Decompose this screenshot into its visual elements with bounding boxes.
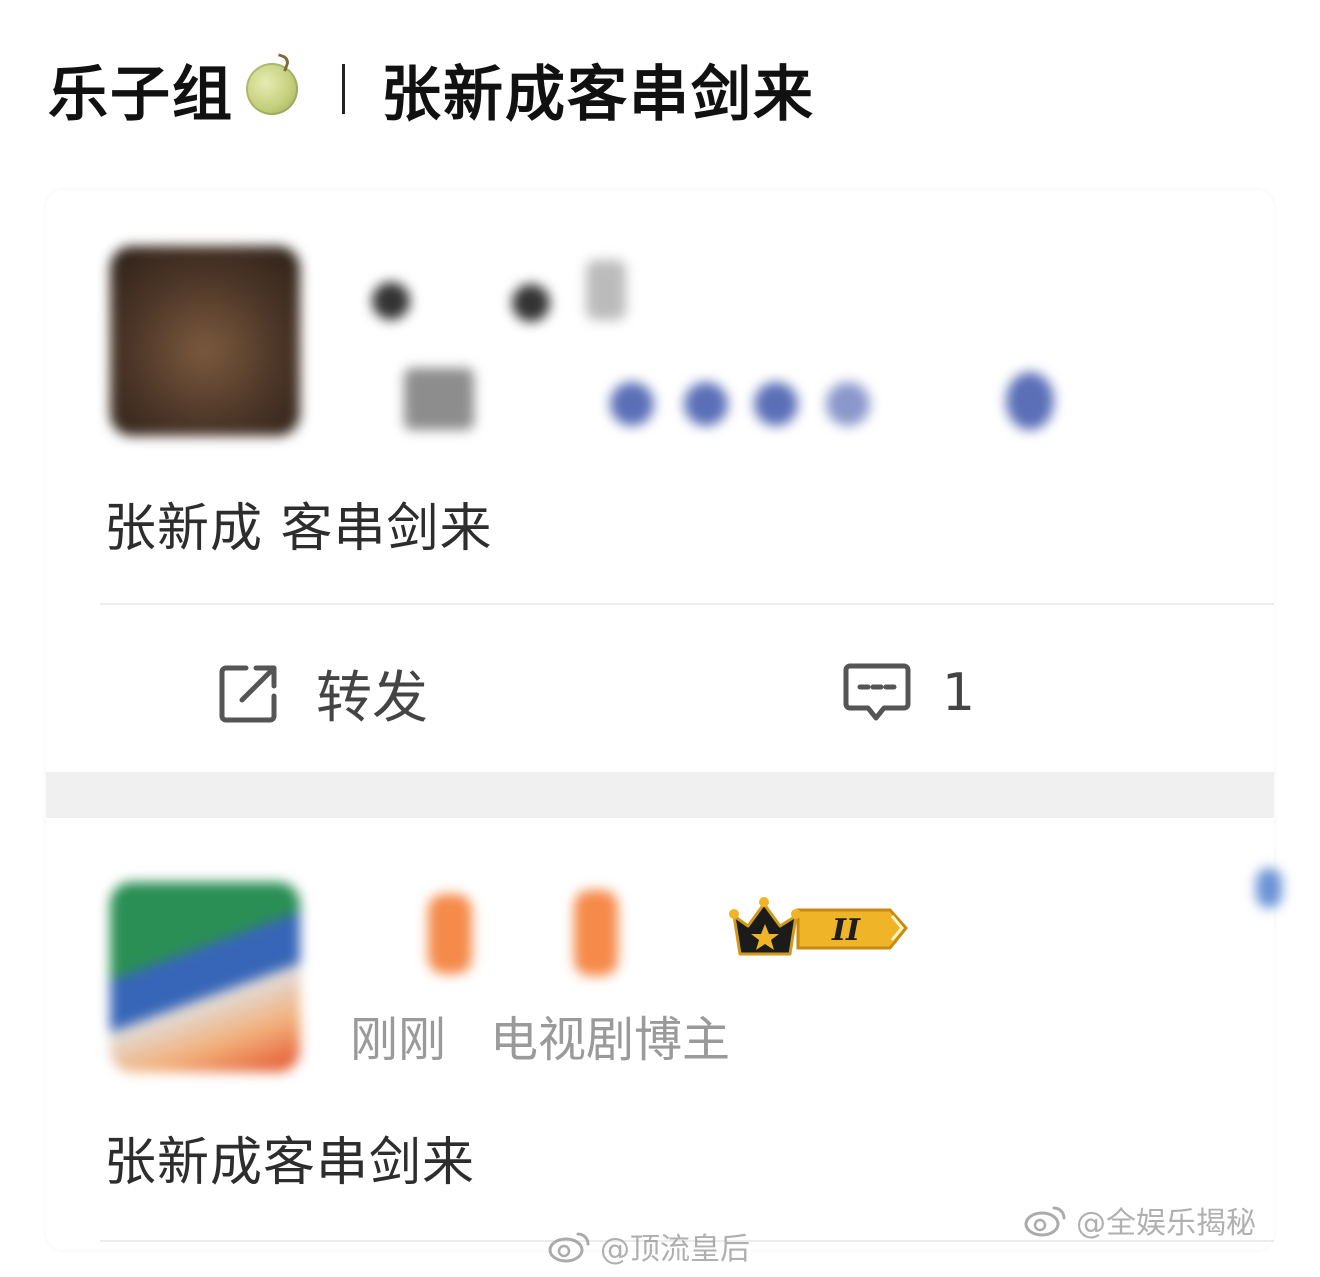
avatar[interactable] [110,882,300,1072]
post-separator [46,772,1274,818]
page-title: 张新成客串剑来 [381,59,815,130]
share-icon [219,665,277,723]
watermark-top-text: @全娱乐揭秘 [1076,1206,1256,1241]
post-content: 张新成 客串剑来 [104,499,493,559]
share-button[interactable]: 转发 [216,658,428,731]
username-blurred[interactable] [416,890,656,980]
watermark-bottom: @顶流皇后 [548,1224,750,1268]
weibo-logo-icon [1024,1206,1066,1237]
post-meta: 刚刚 电视剧博主 [350,1000,730,1070]
vip-crown-badge[interactable]: II [728,894,918,964]
username-blurred[interactable] [352,254,632,334]
avatar[interactable] [110,246,300,436]
weibo-logo-icon [548,1232,590,1263]
screenshot-page: 乐子组 张新成客串剑来 张新成 客串剑来 转发 1 II 刚刚 电视剧博主 张新… [0,0,1320,1277]
comment-count: 1 [942,663,976,723]
comment-button[interactable]: 1 [842,658,975,728]
watermark-bottom-text: @顶流皇后 [600,1232,750,1267]
comment-icon [843,663,911,721]
melon-icon [246,63,298,115]
watermark-top: @全娱乐揭秘 [1024,1198,1256,1242]
corner-badge-blurred [1256,868,1282,908]
post-time: 刚刚 [350,1012,447,1068]
page-title-row: 乐子组 张新成客串剑来 [48,44,815,134]
user-role: 电视剧博主 [490,1012,731,1068]
divider [100,603,1274,605]
share-label: 转发 [316,665,428,731]
group-name: 乐子组 [48,59,234,130]
user-meta-blurred [396,360,1076,440]
badge-level: II [831,913,861,948]
post-card: 张新成 客串剑来 转发 1 II 刚刚 电视剧博主 张新成客串剑来 [46,190,1282,1250]
title-divider [342,64,345,114]
post-content: 张新成客串剑来 [104,1133,476,1193]
